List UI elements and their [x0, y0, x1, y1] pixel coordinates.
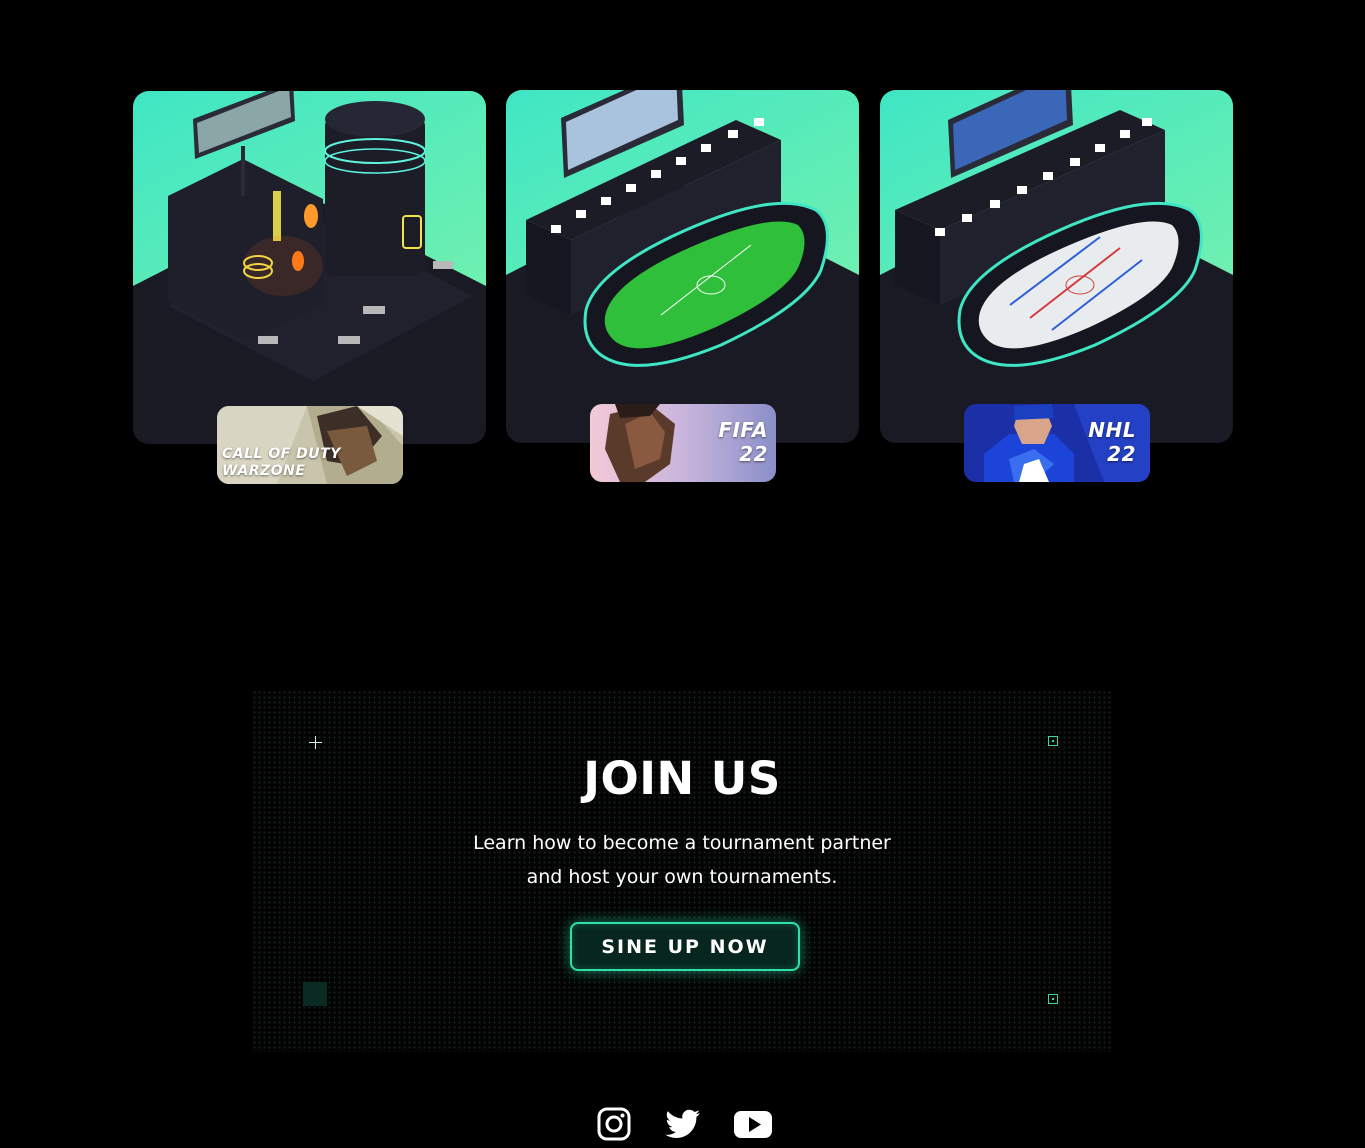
game-card-fifa[interactable] — [506, 90, 859, 443]
warzone-thumbnail[interactable]: CALL OF DUTY WARZONE — [217, 406, 403, 484]
twitter-icon — [665, 1109, 700, 1138]
games-section: CALL OF DUTY WARZONE FIFA 22 NHL 22 — [0, 0, 1365, 520]
join-us-section: JOIN US Learn how to become a tournament… — [252, 690, 1112, 1052]
fifa-stadium-illustration — [506, 90, 859, 443]
glow-square-decoration — [303, 982, 327, 1006]
thumbnail-title: NHL — [1088, 418, 1136, 442]
instagram-icon — [597, 1107, 631, 1141]
sign-up-button[interactable]: SINE UP NOW — [570, 922, 800, 971]
join-subtitle: Learn how to become a tournament partner… — [252, 826, 1112, 894]
nhl-arena-illustration — [880, 90, 1233, 443]
instagram-link[interactable] — [594, 1106, 634, 1142]
join-subtitle-line: and host your own tournaments. — [526, 866, 838, 888]
square-decoration-icon — [1048, 994, 1058, 1004]
plus-decoration-icon — [309, 736, 322, 749]
thumbnail-subtitle: 22 — [739, 442, 768, 466]
youtube-link[interactable] — [733, 1106, 773, 1142]
nhl-thumbnail[interactable]: NHL 22 — [964, 404, 1150, 482]
join-subtitle-line: Learn how to become a tournament partner — [473, 832, 891, 854]
thumbnail-title: CALL OF DUTY — [222, 446, 341, 462]
twitter-link[interactable] — [663, 1106, 703, 1142]
game-card-warzone[interactable] — [133, 91, 486, 444]
fifa-thumbnail[interactable]: FIFA 22 — [590, 404, 776, 482]
thumbnail-title: FIFA — [718, 418, 768, 442]
social-links — [0, 1106, 1365, 1146]
square-decoration-icon — [1048, 736, 1058, 746]
thumbnail-subtitle: 22 — [1107, 442, 1136, 466]
warzone-scene-illustration — [133, 91, 486, 444]
youtube-icon — [734, 1111, 772, 1138]
join-title: JOIN US — [583, 752, 781, 805]
game-card-nhl[interactable] — [880, 90, 1233, 443]
thumbnail-subtitle: WARZONE — [222, 463, 306, 479]
